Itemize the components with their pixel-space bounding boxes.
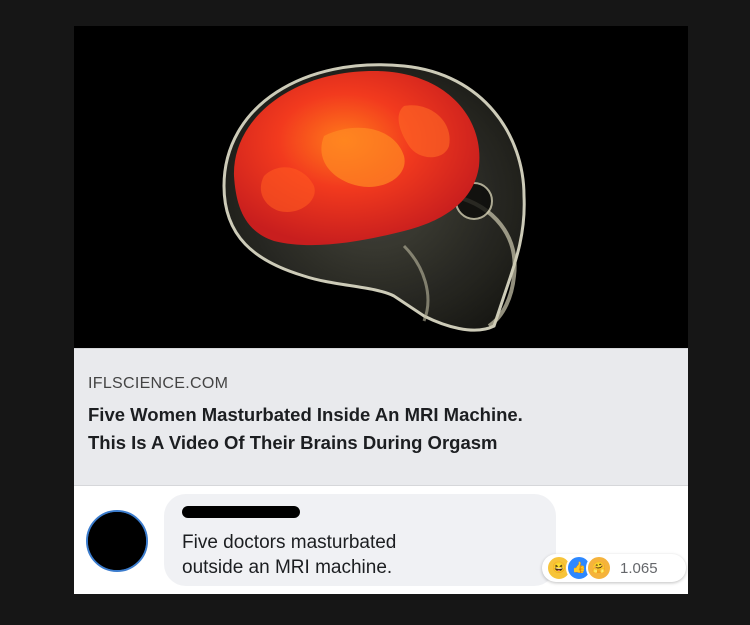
facebook-post-card: IFLSCIENCE.COM Five Women Masturbated In… [74,26,688,594]
link-headline[interactable]: Five Women Masturbated Inside An MRI Mac… [88,401,678,457]
comment-line-2: outside an MRI machine. [182,557,393,578]
headline-line-1: Five Women Masturbated Inside An MRI Mac… [88,404,523,425]
link-domain: IFLSCIENCE.COM [88,375,229,392]
avatar[interactable] [86,510,148,572]
link-preview-box[interactable]: IFLSCIENCE.COM Five Women Masturbated In… [74,348,688,486]
headline-line-2: This Is A Video Of Their Brains During O… [88,432,498,453]
comment-section: Five doctors masturbated outside an MRI … [74,486,688,594]
comment-bubble: Five doctors masturbated outside an MRI … [164,494,556,586]
link-preview-image[interactable] [74,26,688,348]
care-icon: 🤗 [586,555,612,581]
comment-text: Five doctors masturbated outside an MRI … [182,530,542,580]
mri-skull-image [74,26,688,348]
redacted-commenter-name [182,506,300,518]
comment-line-1: Five doctors masturbated [182,532,397,553]
reaction-count: 1.065 [620,559,658,577]
reactions-summary[interactable]: 😆 👍 🤗 1.065 [542,554,686,582]
